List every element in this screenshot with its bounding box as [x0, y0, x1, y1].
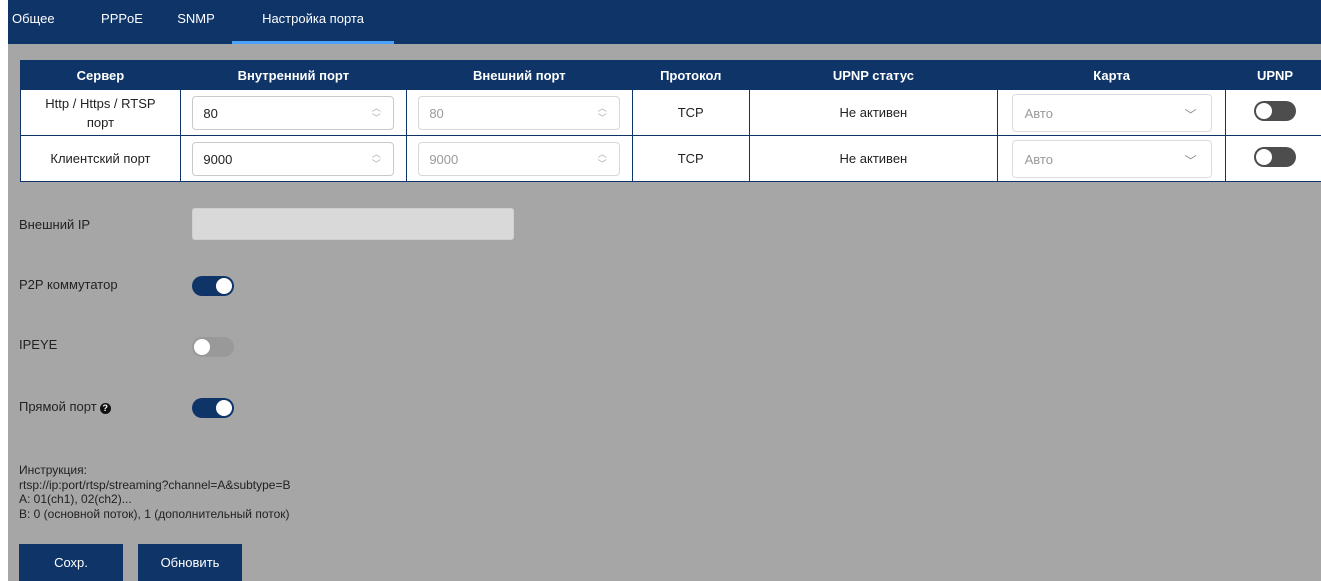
internal-port-cell: 80 ︿ ﹀	[179, 89, 407, 136]
map-cell: Авто ﹀	[997, 135, 1227, 182]
p2p-toggle[interactable]	[192, 276, 234, 296]
instructions-title: Инструкция:	[19, 463, 87, 477]
protocol-value: TCP	[631, 135, 750, 182]
external-port-cell: 80 ︿ ﹀	[405, 89, 633, 136]
upnp-cell	[1225, 89, 1321, 136]
instructions: Инструкция: rtsp://ip:port/rtsp/streamin…	[19, 463, 290, 521]
col-external-port: Внешний порт	[405, 60, 633, 90]
p2p-label: P2P коммутатор	[19, 277, 118, 292]
external-port-input[interactable]: 80 ︿ ﹀	[418, 95, 621, 130]
map-cell: Авто ﹀	[997, 89, 1227, 136]
stepper-arrows-icon[interactable]: ︿ ﹀	[371, 103, 381, 125]
toggle-knob	[194, 339, 210, 355]
upnp-cell	[1225, 135, 1321, 182]
direct-port-toggle[interactable]	[192, 398, 234, 418]
col-upnp: UPNP	[1225, 60, 1321, 90]
protocol-value: TCP	[631, 89, 750, 136]
internal-port-input[interactable]: 80 ︿ ﹀	[192, 95, 395, 130]
upnp-status-value: Не активен	[748, 135, 999, 182]
upnp-status-value: Не активен	[748, 89, 999, 136]
internal-port-input[interactable]: 9000 ︿ ﹀	[192, 141, 395, 176]
server-name: Клиентский порт	[20, 135, 181, 182]
table-row: Http / Https / RTSP порт 80 ︿ ﹀ 80 ︿ ﹀ TCP…	[20, 89, 1321, 136]
ipeye-toggle[interactable]	[192, 337, 234, 357]
toggle-knob	[216, 278, 232, 294]
external-ip-input[interactable]	[192, 208, 514, 240]
stepper-arrows-icon[interactable]: ︿ ﹀	[597, 103, 607, 125]
map-select[interactable]: Авто ﹀	[1011, 139, 1212, 178]
refresh-button[interactable]: Обновить	[138, 544, 242, 581]
stepper-arrows-icon[interactable]: ︿ ﹀	[371, 149, 381, 171]
col-protocol: Протокол	[631, 60, 750, 90]
ipeye-label: IPEYE	[19, 337, 58, 352]
tab-bar: Общее PPPoE SNMP Настройка порта	[8, 0, 1321, 44]
question-circle-icon[interactable]: ?	[99, 403, 111, 414]
external-port-input[interactable]: 9000 ︿ ﹀	[418, 141, 621, 176]
external-ip-label: Внешний IP	[19, 217, 91, 232]
external-port-cell: 9000 ︿ ﹀	[405, 135, 633, 182]
col-server: Сервер	[20, 60, 181, 90]
toggle-knob	[1256, 149, 1273, 165]
upnp-toggle[interactable]	[1254, 147, 1297, 167]
col-internal-port: Внутренний порт	[179, 60, 407, 90]
internal-port-cell: 9000 ︿ ﹀	[179, 135, 407, 182]
save-button[interactable]: Сохр.	[19, 544, 123, 581]
tab-port-settings[interactable]: Настройка порта	[232, 0, 394, 44]
col-upnp-status: UPNP статус	[748, 60, 999, 90]
tab-pppoe[interactable]: PPPoE	[92, 0, 152, 44]
toggle-knob	[1256, 103, 1273, 119]
server-name: Http / Https / RTSP порт	[20, 89, 181, 136]
upnp-toggle[interactable]	[1254, 101, 1297, 121]
page-left-edge	[0, 0, 8, 581]
tab-general[interactable]: Общее	[8, 0, 70, 44]
tab-snmp[interactable]: SNMP	[166, 0, 226, 44]
table-row: Клиентский порт 9000 ︿ ﹀ 9000 ︿ ﹀ TCP Не а…	[20, 135, 1321, 182]
toggle-knob	[216, 400, 232, 416]
stepper-arrows-icon[interactable]: ︿ ﹀	[597, 149, 607, 171]
instructions-url: rtsp://ip:port/rtsp/streaming?channel=A&…	[19, 477, 291, 492]
direct-port-label: Прямой порт	[19, 399, 97, 414]
direct-port-label-wrap: Прямой порт?	[19, 399, 111, 414]
map-select[interactable]: Авто ﹀	[1011, 93, 1212, 132]
instructions-channel: A: 01(ch1), 02(ch2)...	[19, 492, 132, 506]
table-header-row: Сервер Внутренний порт Внешний порт Прот…	[20, 60, 1321, 90]
port-table: Сервер Внутренний порт Внешний порт Прот…	[20, 60, 1321, 182]
chevron-down-icon: ﹀	[1184, 107, 1197, 122]
chevron-down-icon: ﹀	[1184, 153, 1197, 168]
instructions-subtype: B: 0 (основной поток), 1 (дополнительный…	[19, 506, 290, 521]
col-map: Карта	[997, 60, 1227, 90]
